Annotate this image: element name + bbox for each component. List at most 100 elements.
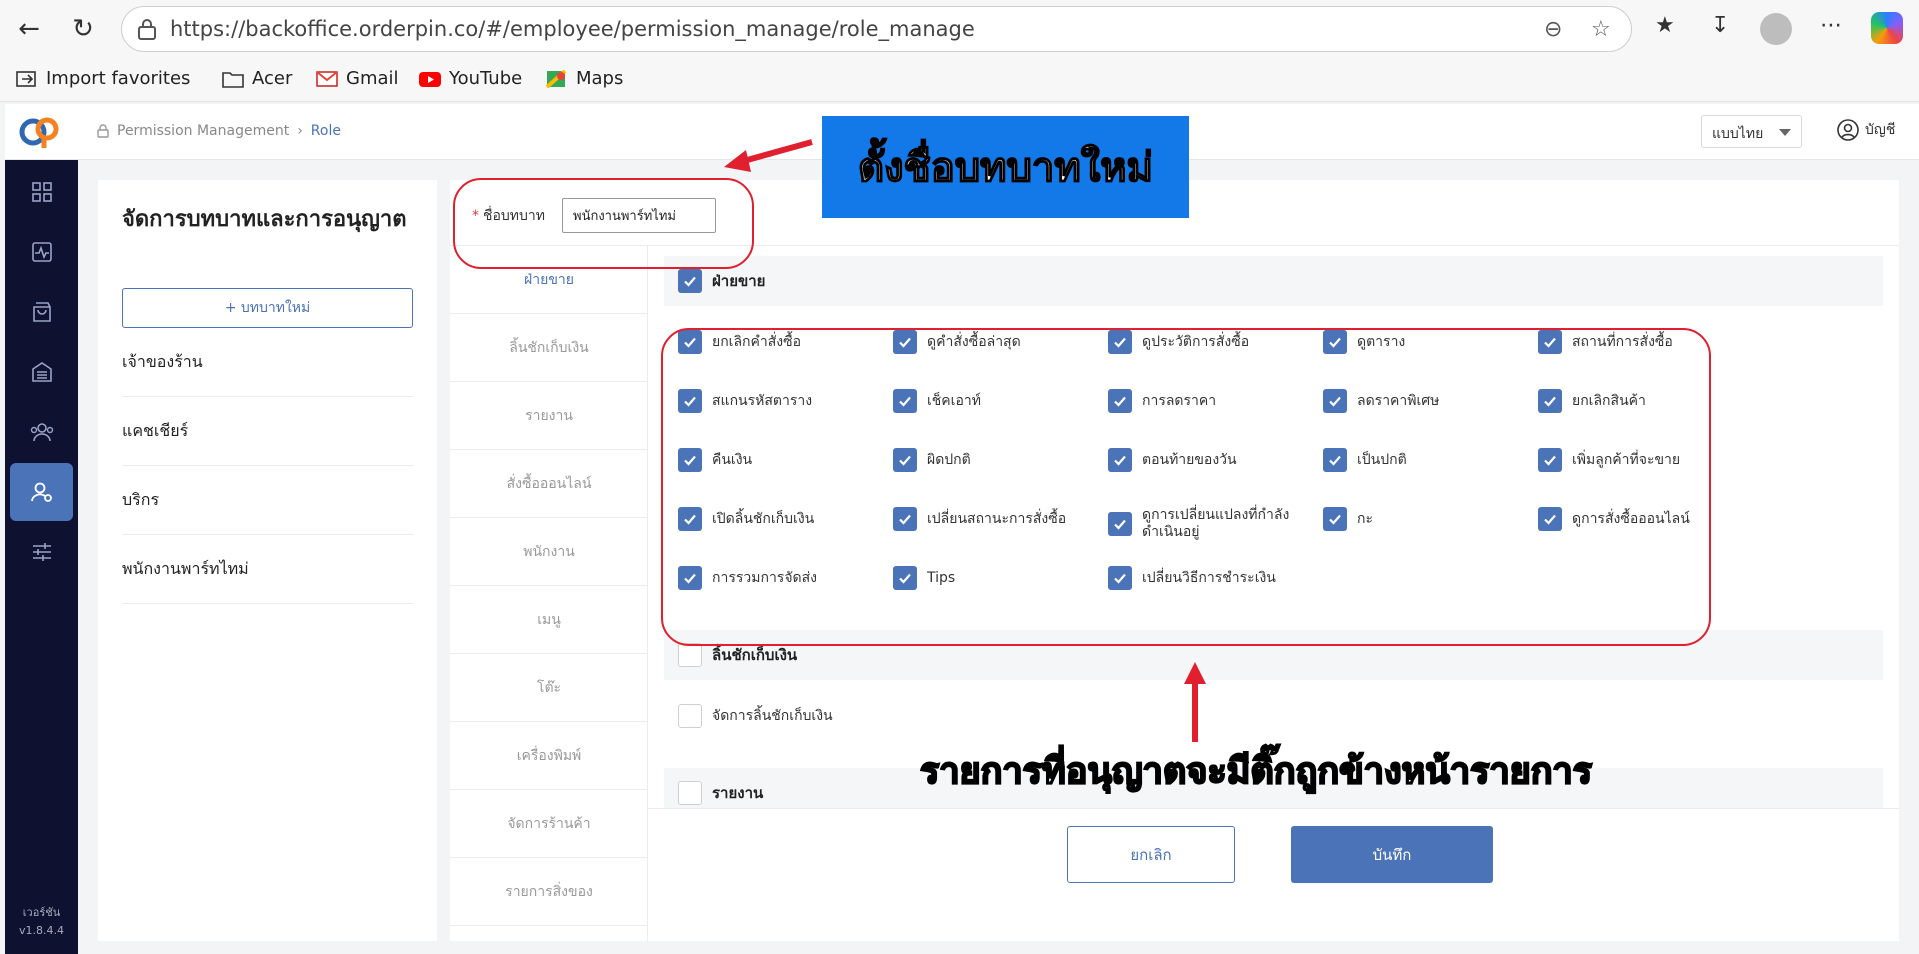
role-item[interactable]: แคชเชียร์ (122, 397, 413, 466)
permission-checkbox[interactable] (893, 389, 917, 413)
permission-item[interactable]: การลดราคา (1108, 389, 1308, 413)
nav-store[interactable] (10, 343, 73, 401)
permission-item[interactable]: จัดการลิ้นชักเก็บเงิน (678, 704, 878, 728)
address-bar[interactable]: https://backoffice.orderpin.co/#/employe… (121, 6, 1632, 52)
permission-item[interactable]: เปลี่ยนสถานะการสั่งซื้อ (893, 507, 1093, 531)
breadcrumb-role: Role (310, 123, 341, 139)
nav-employee-permissions[interactable] (10, 463, 73, 521)
permission-item[interactable]: เช็คเอาท์ (893, 389, 1093, 413)
bookmark-youtube[interactable]: YouTube (419, 68, 522, 89)
new-role-button[interactable]: + บทบาทใหม่ (122, 288, 413, 328)
permission-checkbox[interactable] (1108, 566, 1132, 590)
permission-item[interactable]: ผิดปกติ (893, 448, 1093, 472)
permission-checkbox[interactable] (1323, 448, 1347, 472)
category-tab[interactable]: ฝ่ายขาย (450, 246, 648, 314)
role-item[interactable]: เจ้าของร้าน (122, 328, 413, 397)
category-tab[interactable]: ลิ้นชักเก็บเงิน (450, 314, 648, 382)
group-checkbox[interactable] (678, 643, 702, 667)
permission-checkbox[interactable] (1538, 389, 1562, 413)
permission-checkbox[interactable] (1323, 507, 1347, 531)
permission-item[interactable]: ดูคำสั่งซื้อล่าสุด (893, 330, 1093, 354)
permission-checkbox[interactable] (893, 566, 917, 590)
bookmark-acer[interactable]: Acer (222, 68, 292, 89)
category-tab[interactable]: พนักงาน (450, 518, 648, 586)
language-select[interactable]: แบบไทย (1701, 115, 1802, 148)
category-tab[interactable]: โต๊ะ (450, 654, 648, 722)
permission-item[interactable]: ลดราคาพิเศษ (1323, 389, 1523, 413)
permission-item[interactable]: ดูประวัติการสั่งซื้อ (1108, 330, 1308, 354)
permission-item[interactable]: ยกเลิกสินค้า (1538, 389, 1738, 413)
copilot-icon[interactable] (1871, 12, 1903, 44)
nav-customers[interactable] (10, 403, 73, 461)
profile-avatar[interactable] (1760, 13, 1792, 45)
category-tab[interactable]: เครื่องพิมพ์ (450, 722, 648, 790)
permission-item[interactable]: เพิ่มลูกค้าที่จะขาย (1538, 448, 1738, 472)
nav-dashboard[interactable] (10, 163, 73, 221)
role-item[interactable]: พนักงานพาร์ทไทม่ (122, 535, 413, 604)
user-circle-icon (1837, 119, 1859, 141)
permission-item[interactable]: ดูการสั่งซื้อออนไลน์ (1538, 507, 1738, 531)
nav-products[interactable] (10, 283, 73, 341)
bookmark-maps[interactable]: Maps (546, 68, 623, 89)
permission-list: ฝ่ายขาย ยกเลิกคำสั่งซื้อ ดูคำสั่งซื้อล่าสุ… (648, 246, 1899, 808)
permission-checkbox[interactable] (1108, 330, 1132, 354)
permission-item[interactable]: ดูตาราง (1323, 330, 1523, 354)
permission-item[interactable]: ดูการเปลี่ยนแปลงที่กำลังดำเนินอยู่ (1108, 507, 1308, 541)
permission-checkbox[interactable] (1323, 330, 1347, 354)
permission-checkbox[interactable] (678, 389, 702, 413)
more-options-icon[interactable]: ⋯ (1820, 13, 1842, 38)
favorite-star-icon[interactable]: ☆ (1591, 17, 1611, 42)
permission-checkbox[interactable] (678, 448, 702, 472)
permission-checkbox[interactable] (1108, 448, 1132, 472)
nav-settings[interactable] (10, 523, 73, 581)
permission-label: ดูคำสั่งซื้อล่าสุด (927, 333, 1021, 350)
save-button[interactable]: บันทึก (1291, 826, 1493, 883)
permission-item[interactable]: เปลี่ยนวิธีการชำระเงิน (1108, 566, 1308, 590)
permission-item[interactable]: สถานที่การสั่งซื้อ (1538, 330, 1738, 354)
permission-checkbox[interactable] (893, 330, 917, 354)
permission-checkbox[interactable] (1108, 389, 1132, 413)
group-checkbox[interactable] (678, 269, 702, 293)
permission-item[interactable]: การรวมการจัดส่ง (678, 566, 878, 590)
permission-checkbox[interactable] (678, 704, 702, 728)
role-name-input[interactable] (562, 198, 716, 233)
bookmark-import-favorites[interactable]: Import favorites (16, 68, 190, 89)
category-tab[interactable]: จัดการร้านค้า (450, 790, 648, 858)
backoffice-app: Permission Management › Role แบบไทย บัญช… (5, 104, 1919, 954)
category-tab[interactable]: เมนู (450, 586, 648, 654)
category-tab[interactable]: รายการสิ่งของ (450, 858, 648, 926)
permission-item[interactable]: เปิดลิ้นชักเก็บเงิน (678, 507, 878, 531)
favorites-icon[interactable]: ★ (1655, 13, 1675, 38)
permission-item[interactable]: Tips (893, 566, 1093, 590)
permission-item[interactable]: ยกเลิกคำสั่งซื้อ (678, 330, 878, 354)
bookmark-gmail[interactable]: Gmail (316, 68, 399, 89)
browser-toolbar: ← ↻ https://backoffice.orderpin.co/#/emp… (0, 0, 1919, 58)
permission-item[interactable]: สแกนรหัสตาราง (678, 389, 878, 413)
permission-item[interactable]: ตอนท้ายของวัน (1108, 448, 1308, 472)
permission-item[interactable]: คืนเงิน (678, 448, 878, 472)
role-item[interactable]: บริกร (122, 466, 413, 535)
zoom-out-icon[interactable]: ⊖ (1544, 17, 1562, 42)
permission-checkbox[interactable] (678, 507, 702, 531)
permission-item[interactable]: เป็นปกติ (1323, 448, 1523, 472)
permission-checkbox[interactable] (1538, 507, 1562, 531)
category-tab[interactable]: รายงาน (450, 382, 648, 450)
permission-checkbox[interactable] (893, 507, 917, 531)
permission-item[interactable]: กะ (1323, 507, 1523, 531)
permission-checkbox[interactable] (678, 566, 702, 590)
permission-checkbox[interactable] (1538, 330, 1562, 354)
permission-checkbox[interactable] (678, 330, 702, 354)
permission-checkbox[interactable] (1323, 389, 1347, 413)
permission-checkbox[interactable] (893, 448, 917, 472)
permission-checkbox[interactable] (1538, 448, 1562, 472)
category-tab[interactable]: สั่งซื้อออนไลน์ (450, 450, 648, 518)
account-menu[interactable]: บัญชี (1837, 119, 1895, 141)
cancel-button[interactable]: ยกเลิก (1067, 826, 1235, 883)
group-checkbox[interactable] (678, 781, 702, 805)
breadcrumb-permission-management[interactable]: Permission Management (117, 123, 289, 139)
permission-checkbox[interactable] (1108, 512, 1132, 536)
back-arrow-icon[interactable]: ← (12, 12, 46, 46)
reload-icon[interactable]: ↻ (66, 12, 100, 46)
nav-reports[interactable] (10, 223, 73, 281)
download-icon[interactable]: ↧ (1711, 13, 1729, 38)
